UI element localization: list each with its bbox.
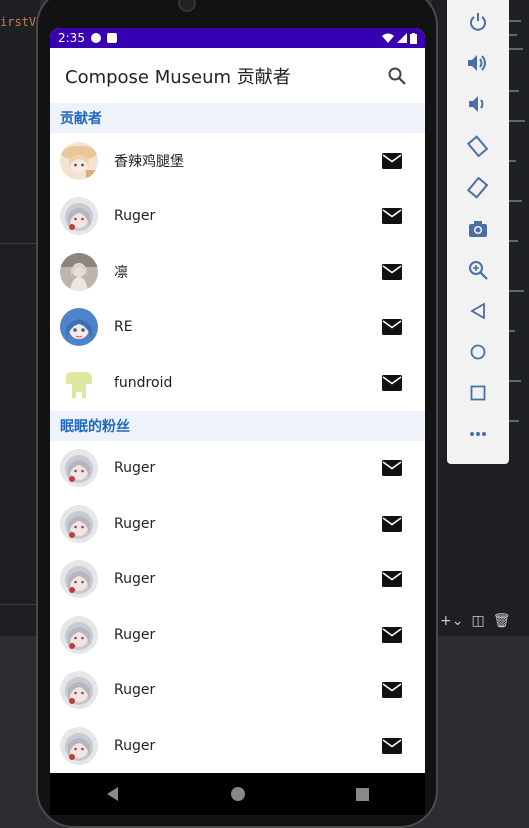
zoom-button[interactable]	[466, 260, 490, 281]
rotate-left-button[interactable]	[466, 134, 490, 157]
code-fragment: irstV	[0, 15, 37, 29]
mail-icon[interactable]	[381, 570, 403, 588]
mail-icon[interactable]	[381, 515, 403, 533]
contributor-name: RE	[114, 319, 133, 336]
list-item[interactable]: Ruger	[50, 441, 425, 497]
volume-down-button[interactable]	[466, 94, 490, 115]
rotate-left-icon	[467, 134, 489, 157]
back-nav-button[interactable]	[103, 784, 123, 804]
back-button[interactable]	[466, 300, 490, 321]
trash-icon[interactable]: 🗑	[493, 613, 511, 629]
search-button[interactable]	[384, 63, 410, 89]
ide-editor-left: irstV	[0, 0, 40, 640]
mail-icon[interactable]	[381, 152, 403, 170]
avatar	[60, 726, 98, 765]
overview-icon	[470, 385, 486, 401]
list-item[interactable]: Ruger	[50, 552, 425, 608]
contributor-name: Ruger	[114, 460, 156, 477]
divider	[0, 243, 40, 244]
mail-icon[interactable]	[381, 318, 403, 336]
status-bar: 2:35	[50, 28, 425, 48]
contributor-name: Ruger	[114, 515, 156, 532]
mail-icon[interactable]	[381, 626, 403, 644]
app-screen: 2:35 Compose Museum 贡献者 贡献者香辣鸡腿堡 Ruger 凛 RE…	[50, 28, 425, 773]
search-icon	[388, 67, 406, 85]
add-icon[interactable]: +⌄	[440, 613, 463, 629]
more-icon	[470, 431, 486, 436]
section-header: 眠眠的粉丝	[50, 410, 425, 441]
rotate-right-icon	[467, 176, 489, 199]
wifi-icon	[382, 33, 394, 43]
navigation-bar	[50, 773, 425, 815]
avatar	[60, 141, 98, 180]
emulator-controls	[447, 0, 509, 464]
list-item[interactable]: Ruger	[50, 189, 425, 245]
mail-icon[interactable]	[381, 681, 403, 699]
home-nav-button[interactable]	[228, 784, 248, 804]
home-icon	[230, 787, 245, 801]
avatar	[60, 449, 98, 488]
app-bar: Compose Museum 贡献者	[50, 48, 425, 103]
rotate-right-button[interactable]	[466, 176, 490, 199]
list-item[interactable]: Ruger	[50, 663, 425, 719]
avatar	[60, 671, 98, 710]
section-header: 贡献者	[50, 103, 425, 133]
zoom-icon	[469, 261, 488, 280]
mail-icon[interactable]	[381, 207, 403, 225]
list-item[interactable]: Ruger	[50, 496, 425, 552]
screenshot-button[interactable]	[466, 219, 490, 240]
contributor-name: Ruger	[114, 626, 156, 643]
avatar	[60, 197, 98, 236]
contributor-name: fundroid	[114, 374, 173, 391]
list-item[interactable]: Ruger	[50, 607, 425, 663]
home-icon	[470, 344, 486, 360]
back-icon	[106, 787, 118, 801]
overview-icon	[356, 787, 369, 801]
divider	[0, 604, 40, 605]
back-icon	[470, 302, 485, 319]
more-button[interactable]	[466, 423, 490, 444]
overview-nav-button[interactable]	[353, 784, 373, 804]
split-icon[interactable]: ◫	[471, 613, 484, 629]
avatar	[60, 560, 98, 599]
mail-icon[interactable]	[381, 374, 403, 392]
volume-up-icon	[468, 55, 486, 72]
battery-icon	[410, 32, 417, 44]
list-item[interactable]: Ruger	[50, 718, 425, 773]
contributor-name: Ruger	[114, 682, 156, 699]
mail-icon[interactable]	[381, 459, 403, 477]
mail-icon[interactable]	[381, 737, 403, 755]
contributor-name: 香辣鸡腿堡	[114, 153, 184, 170]
sd-card-icon	[106, 33, 117, 43]
avatar	[60, 252, 98, 291]
volume-up-button[interactable]	[466, 53, 490, 74]
overview-button[interactable]	[466, 382, 490, 403]
contributor-name: 凛	[114, 264, 128, 281]
power-icon	[470, 13, 486, 32]
ide-toolbar: +⌄ ◫ 🗑	[440, 608, 529, 634]
contributor-list: 贡献者香辣鸡腿堡 Ruger 凛 RE fundroid 眠眠的粉丝 Ruger Ruger R…	[50, 103, 425, 773]
contributor-name: Ruger	[114, 208, 156, 225]
list-item[interactable]: 香辣鸡腿堡	[50, 133, 425, 189]
mail-icon[interactable]	[381, 263, 403, 281]
status-time: 2:35	[58, 31, 85, 45]
list-item[interactable]: fundroid	[50, 355, 425, 411]
camera-icon	[469, 221, 487, 238]
camera-lens	[178, 0, 196, 12]
list-item[interactable]: 凛	[50, 244, 425, 300]
page-title: Compose Museum 贡献者	[65, 66, 291, 88]
avatar	[60, 308, 98, 347]
home-button[interactable]	[466, 341, 490, 362]
contributor-name: Ruger	[114, 571, 156, 588]
notification-icon	[90, 33, 101, 43]
contributor-name: Ruger	[114, 737, 156, 754]
avatar	[60, 504, 98, 543]
avatar	[60, 363, 98, 402]
volume-down-icon	[469, 96, 484, 113]
power-button[interactable]	[466, 12, 490, 33]
signal-icon	[397, 33, 407, 43]
list-item[interactable]: RE	[50, 300, 425, 356]
avatar	[60, 615, 98, 654]
